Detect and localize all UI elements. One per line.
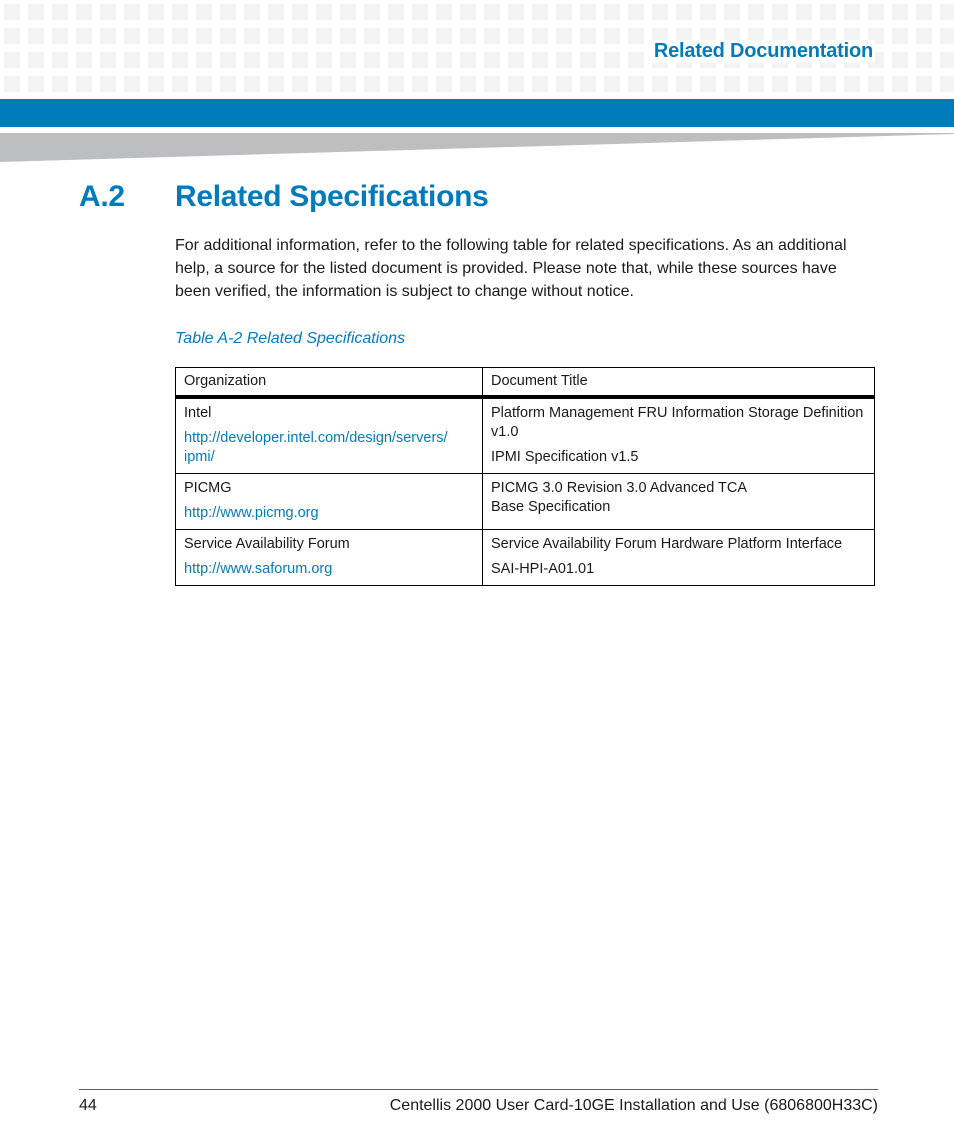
organization-name: Service Availability Forum xyxy=(184,536,350,552)
table-row: Intel http://developer.intel.com/design/… xyxy=(175,396,875,474)
page-number: 44 xyxy=(79,1097,97,1114)
document-title: IPMI Specification v1.5 xyxy=(491,449,639,465)
related-specifications-table: Organization Document Title Intel http:/… xyxy=(175,367,875,586)
table-row: Service Availability Forum http://www.sa… xyxy=(175,529,875,586)
header-gray-wedge xyxy=(0,133,954,162)
header-blue-band xyxy=(0,99,954,127)
link-text-line: ipmi/ xyxy=(184,449,215,465)
column-header-organization: Organization xyxy=(175,367,483,399)
footer-rule xyxy=(79,1089,878,1090)
organization-link[interactable]: http://www.saforum.org xyxy=(184,560,474,579)
organization-link[interactable]: http://www.picmg.org xyxy=(184,504,474,523)
document-title: PICMG 3.0 Revision 3.0 Advanced TCA Base… xyxy=(491,480,747,515)
organization-link[interactable]: http://developer.intel.com/design/server… xyxy=(184,429,474,467)
organization-cell: PICMG http://www.picmg.org xyxy=(175,473,483,530)
intro-paragraph: For additional information, refer to the… xyxy=(175,237,847,300)
organization-cell: Intel http://developer.intel.com/design/… xyxy=(175,396,483,474)
document-cell: Service Availability Forum Hardware Plat… xyxy=(482,529,875,586)
organization-name: Intel xyxy=(184,405,212,421)
link-text-line: http://developer.intel.com/design/server… xyxy=(184,430,448,446)
section-title: Related Specifications xyxy=(175,180,489,213)
column-header-document-title: Document Title xyxy=(482,367,875,399)
table-caption: Table A-2 Related Specifications xyxy=(175,330,406,347)
section-number: A.2 xyxy=(79,180,125,213)
document-cell: PICMG 3.0 Revision 3.0 Advanced TCA Base… xyxy=(482,473,875,530)
section-heading: A.2 Related Specifications xyxy=(79,180,489,214)
organization-cell: Service Availability Forum http://www.sa… xyxy=(175,529,483,586)
document-title: Platform Management FRU Information Stor… xyxy=(491,405,864,440)
table-row: PICMG http://www.picmg.org PICMG 3.0 Rev… xyxy=(175,473,875,530)
footer-document-title: Centellis 2000 User Card-10GE Installati… xyxy=(389,1097,878,1114)
document-cell: Platform Management FRU Information Stor… xyxy=(482,396,875,474)
gray-wedge-shape xyxy=(0,133,954,162)
running-header-title: Related Documentation xyxy=(651,40,875,63)
document-title: Service Availability Forum Hardware Plat… xyxy=(491,536,843,552)
organization-name: PICMG xyxy=(184,480,232,496)
document-title: SAI-HPI-A01.01 xyxy=(491,561,595,577)
table-header-row: Organization Document Title xyxy=(175,367,875,399)
